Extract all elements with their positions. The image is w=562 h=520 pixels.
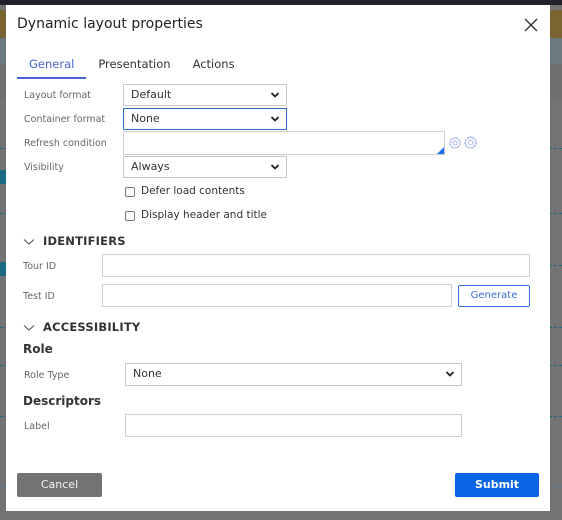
- gear-icon[interactable]: [463, 135, 478, 150]
- refresh-condition-input[interactable]: [123, 131, 445, 155]
- defer-load-checkbox[interactable]: [125, 187, 135, 197]
- role-heading: Role: [23, 342, 53, 356]
- tour-id-label: Tour ID: [23, 261, 57, 272]
- chevron-down-icon: [270, 92, 280, 98]
- close-button[interactable]: [523, 17, 539, 33]
- label-input[interactable]: [125, 414, 462, 437]
- defer-load-label: Defer load contents: [141, 185, 245, 197]
- visibility-value: Always: [131, 160, 170, 173]
- dynamic-layout-dialog: Dynamic layout properties General Presen…: [6, 5, 550, 511]
- chevron-down-icon: [23, 238, 35, 245]
- close-icon: [524, 18, 538, 32]
- container-format-label: Container format: [24, 114, 106, 125]
- cancel-button[interactable]: Cancel: [17, 473, 102, 497]
- test-id-input[interactable]: [102, 284, 452, 307]
- role-type-label: Role Type: [24, 370, 70, 381]
- chevron-down-icon: [270, 164, 280, 170]
- resize-handle[interactable]: [437, 147, 444, 154]
- display-header-label: Display header and title: [141, 209, 267, 221]
- role-type-value: None: [133, 367, 162, 380]
- layout-format-select[interactable]: Default: [123, 84, 287, 106]
- submit-button[interactable]: Submit: [455, 473, 539, 497]
- tab-bar: General Presentation Actions: [17, 55, 245, 79]
- chevron-down-icon: [23, 324, 35, 331]
- accessibility-section-toggle[interactable]: ACCESSIBILITY: [23, 320, 140, 334]
- visibility-label: Visibility: [24, 162, 64, 173]
- descriptors-heading: Descriptors: [23, 394, 102, 408]
- container-format-value: None: [131, 112, 160, 125]
- role-type-select[interactable]: None: [125, 363, 462, 386]
- generate-button[interactable]: Generate: [458, 285, 530, 307]
- identifiers-section-toggle[interactable]: IDENTIFIERS: [23, 234, 126, 248]
- label-field-label: Label: [24, 421, 50, 432]
- tab-presentation[interactable]: Presentation: [88, 55, 180, 79]
- tour-id-input[interactable]: [102, 254, 530, 277]
- display-header-checkbox[interactable]: [125, 211, 135, 221]
- chevron-down-icon: [270, 116, 280, 122]
- tab-actions[interactable]: Actions: [183, 55, 245, 79]
- layout-format-value: Default: [131, 88, 172, 101]
- container-format-select[interactable]: None: [123, 108, 287, 130]
- test-id-label: Test ID: [23, 291, 55, 302]
- identifiers-heading: IDENTIFIERS: [43, 234, 126, 248]
- dialog-title: Dynamic layout properties: [17, 16, 203, 32]
- condition-target-icon[interactable]: [448, 136, 462, 150]
- layout-format-label: Layout format: [24, 90, 92, 101]
- accessibility-heading: ACCESSIBILITY: [43, 320, 141, 334]
- tab-general[interactable]: General: [17, 55, 87, 79]
- chevron-down-icon: [445, 371, 455, 377]
- visibility-select[interactable]: Always: [123, 156, 287, 178]
- refresh-condition-label: Refresh condition: [24, 138, 107, 149]
